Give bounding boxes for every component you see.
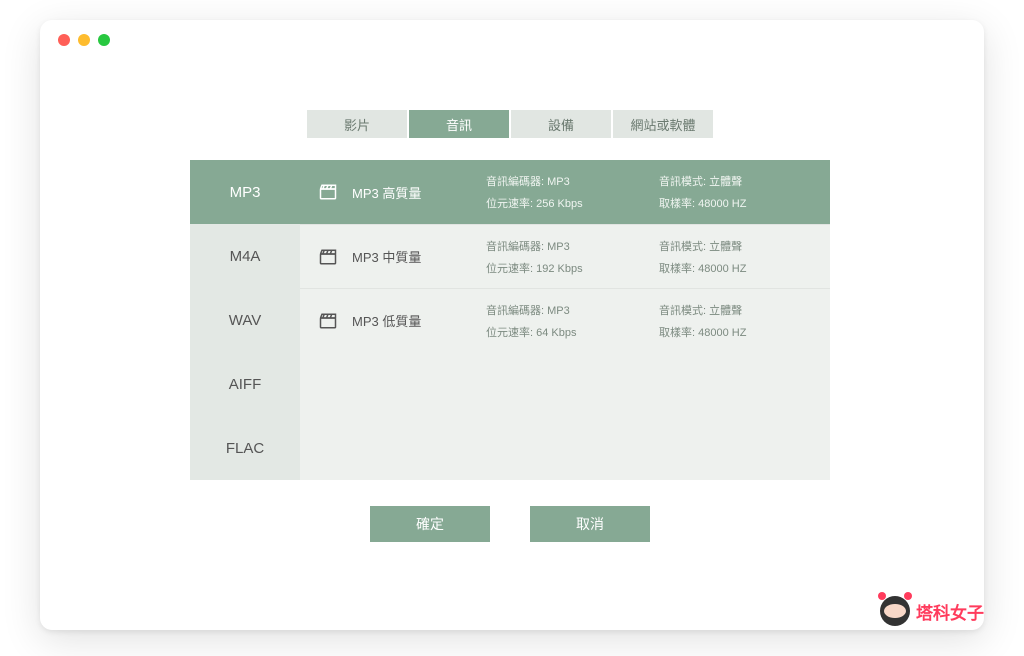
spec-samplerate: 取樣率: 48000 HZ	[659, 260, 812, 276]
quality-name: MP3 中質量	[352, 247, 472, 266]
tab-video[interactable]: 影片	[307, 110, 407, 138]
spec-bitrate: 位元速率: 192 Kbps	[486, 260, 639, 276]
quality-row-high[interactable]: MP3 高質量 音訊編碼器: MP3 音訊模式: 立體聲 位元速率: 256 K…	[300, 160, 830, 224]
spec-mode: 音訊模式: 立體聲	[659, 173, 812, 189]
format-flac[interactable]: FLAC	[190, 416, 300, 480]
spec-samplerate: 取樣率: 48000 HZ	[659, 324, 812, 340]
format-aiff[interactable]: AIFF	[190, 352, 300, 416]
watermark-avatar-icon	[880, 596, 910, 626]
confirm-button[interactable]: 確定	[370, 506, 490, 542]
quality-list: MP3 高質量 音訊編碼器: MP3 音訊模式: 立體聲 位元速率: 256 K…	[300, 160, 830, 480]
minimize-icon[interactable]	[78, 34, 90, 46]
category-tabs: 影片 音訊 設備 網站或軟體	[190, 110, 830, 138]
quality-row-medium[interactable]: MP3 中質量 音訊編碼器: MP3 音訊模式: 立體聲 位元速率: 192 K…	[300, 224, 830, 288]
quality-specs: 音訊編碼器: MP3 音訊模式: 立體聲 位元速率: 256 Kbps 取樣率:…	[486, 173, 812, 211]
spec-codec: 音訊編碼器: MP3	[486, 173, 639, 189]
clapperboard-icon	[318, 183, 338, 201]
spec-samplerate: 取樣率: 48000 HZ	[659, 195, 812, 211]
format-mp3[interactable]: MP3	[190, 160, 300, 224]
settings-panel: 影片 音訊 設備 網站或軟體 MP3 M4A WAV AIFF FLAC MP3…	[190, 110, 830, 542]
titlebar	[40, 20, 984, 60]
tab-device[interactable]: 設備	[511, 110, 611, 138]
spec-mode: 音訊模式: 立體聲	[659, 238, 812, 254]
close-icon[interactable]	[58, 34, 70, 46]
quality-name: MP3 高質量	[352, 183, 472, 202]
clapperboard-icon	[318, 248, 338, 266]
quality-name: MP3 低質量	[352, 311, 472, 330]
quality-row-low[interactable]: MP3 低質量 音訊編碼器: MP3 音訊模式: 立體聲 位元速率: 64 Kb…	[300, 288, 830, 352]
watermark-text: 塔科女子	[916, 599, 984, 624]
spec-codec: 音訊編碼器: MP3	[486, 302, 639, 318]
tab-web[interactable]: 網站或軟體	[613, 110, 713, 138]
quality-specs: 音訊編碼器: MP3 音訊模式: 立體聲 位元速率: 192 Kbps 取樣率:…	[486, 238, 812, 276]
app-window: 影片 音訊 設備 網站或軟體 MP3 M4A WAV AIFF FLAC MP3…	[40, 20, 984, 630]
format-sidebar: MP3 M4A WAV AIFF FLAC	[190, 160, 300, 480]
tab-audio[interactable]: 音訊	[409, 110, 509, 138]
spec-bitrate: 位元速率: 64 Kbps	[486, 324, 639, 340]
clapperboard-icon	[318, 312, 338, 330]
spec-bitrate: 位元速率: 256 Kbps	[486, 195, 639, 211]
action-buttons: 確定 取消	[190, 506, 830, 542]
spec-codec: 音訊編碼器: MP3	[486, 238, 639, 254]
quality-specs: 音訊編碼器: MP3 音訊模式: 立體聲 位元速率: 64 Kbps 取樣率: …	[486, 302, 812, 340]
format-wav[interactable]: WAV	[190, 288, 300, 352]
fullscreen-icon[interactable]	[98, 34, 110, 46]
format-content: MP3 M4A WAV AIFF FLAC MP3 高質量 音訊編碼器: MP3…	[190, 160, 830, 480]
watermark: 塔科女子	[880, 596, 984, 626]
spec-mode: 音訊模式: 立體聲	[659, 302, 812, 318]
cancel-button[interactable]: 取消	[530, 506, 650, 542]
format-m4a[interactable]: M4A	[190, 224, 300, 288]
